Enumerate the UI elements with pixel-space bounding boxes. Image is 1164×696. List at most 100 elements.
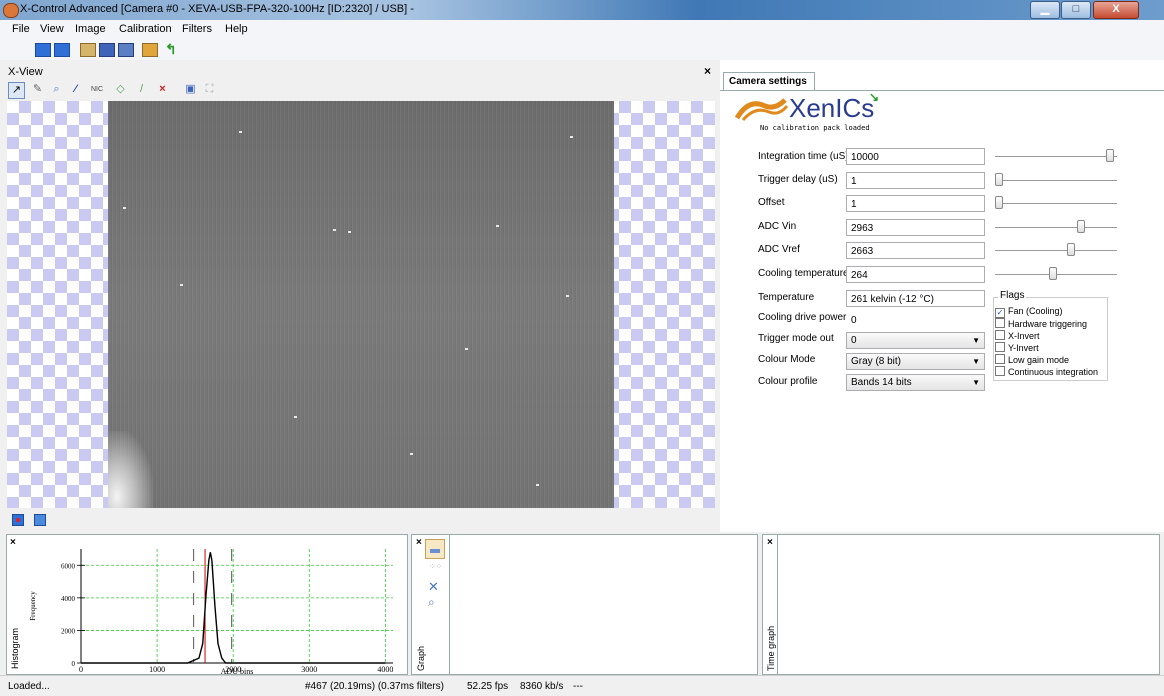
menu-calibration[interactable]: Calibration <box>119 23 172 35</box>
hot-pixel <box>123 207 126 209</box>
flag-fan-cooling[interactable]: ✓ Fan (Cooling) <box>995 306 1063 318</box>
cooling-temperature-slider[interactable] <box>995 267 1117 281</box>
maximize-button[interactable]: □ <box>1061 1 1091 19</box>
delete-icon[interactable]: × <box>155 82 170 97</box>
checkbox[interactable] <box>995 342 1005 352</box>
time-graph-panel-label: Time graph <box>766 625 776 671</box>
colour-profile-select[interactable]: Bands 14 bits ▼ <box>846 374 985 391</box>
histogram-close-button[interactable]: × <box>10 537 16 548</box>
graph-close-button[interactable]: × <box>416 537 422 548</box>
flag-label: Fan (Cooling) <box>1008 306 1063 316</box>
checkbox[interactable] <box>995 354 1005 364</box>
image-viewport[interactable] <box>7 101 715 508</box>
pointer-tool-icon[interactable]: ↗ <box>8 82 25 99</box>
graph-type-button[interactable] <box>425 539 445 559</box>
grid-icon[interactable]: ⁘⁘ <box>429 562 442 571</box>
menu-view[interactable]: View <box>40 23 64 35</box>
flag-low-gain-mode[interactable]: Low gain mode <box>995 354 1069 365</box>
draw-line-icon[interactable]: / <box>134 82 149 97</box>
slider-thumb[interactable] <box>1066 243 1075 256</box>
record-button[interactable] <box>12 514 24 526</box>
y-tick-label: 4000 <box>61 595 76 603</box>
slider-thumb[interactable] <box>1105 149 1114 162</box>
zoom-icon[interactable]: ⌕ <box>428 595 435 610</box>
close-window-button[interactable]: X <box>1093 1 1139 19</box>
polygon-tool-icon[interactable]: ◇ <box>113 82 128 97</box>
slider-thumb[interactable] <box>1048 267 1057 280</box>
flag-y-invert[interactable]: Y-Invert <box>995 342 1039 353</box>
offset-slider[interactable] <box>995 196 1117 210</box>
zoom-tool-icon[interactable]: ⌕ <box>49 82 64 97</box>
flag-x-invert[interactable]: X-Invert <box>995 330 1040 341</box>
nic-tool-icon[interactable]: NIC <box>87 82 107 97</box>
adc-vref-field[interactable]: 2663 <box>846 242 985 259</box>
save-icon[interactable] <box>99 43 115 57</box>
logo-refresh-icon[interactable]: ↘ <box>869 90 879 104</box>
snapshot-button[interactable] <box>34 514 46 526</box>
open-folder-icon[interactable] <box>80 43 96 57</box>
trigger-delay-field[interactable]: 1 <box>846 172 985 189</box>
line-tool-icon[interactable]: ⁄ <box>68 82 83 97</box>
time-graph-divider <box>777 535 778 674</box>
integration-time-label: Integration time (uS) <box>758 151 849 162</box>
save-as-icon[interactable] <box>118 43 134 57</box>
xview-header: X-View × <box>0 60 720 79</box>
checkbox[interactable] <box>995 330 1005 340</box>
pen-tool-icon[interactable]: ✎ <box>30 82 45 97</box>
area-chart-icon <box>430 549 440 553</box>
hot-pixel <box>410 453 413 455</box>
menu-filters[interactable]: Filters <box>182 23 212 35</box>
settings-pack-icon[interactable] <box>142 43 158 57</box>
trigger-delay-slider[interactable] <box>995 173 1117 187</box>
camera-image[interactable] <box>108 101 614 508</box>
xview-close-button[interactable]: × <box>704 64 711 78</box>
integration-time-field[interactable]: 10000 <box>846 148 985 165</box>
adc-vin-field[interactable]: 2963 <box>846 219 985 236</box>
tab-divider <box>720 90 1164 91</box>
cross-icon[interactable]: ✕ <box>428 579 439 595</box>
colour-mode-select[interactable]: Gray (8 bit) ▼ <box>846 353 985 370</box>
graph-pane: × ⁘⁘ ✕ ⌕ Graph <box>411 534 758 675</box>
histogram-chart[interactable]: 0 1000 2000 3000 40000200040006000ADU binsFr… <box>21 539 407 674</box>
tab-camera-settings[interactable]: Camera settings <box>723 72 815 90</box>
slider-track <box>995 156 1117 157</box>
menu-help[interactable]: Help <box>225 23 248 35</box>
y-axis-label: Frequency <box>29 591 37 621</box>
flag-hardware-triggering[interactable]: Hardware triggering <box>995 318 1087 329</box>
y-tick-label: 2000 <box>61 627 76 635</box>
hot-pixel <box>496 225 499 227</box>
checkbox[interactable] <box>995 318 1005 328</box>
adc-vref-slider[interactable] <box>995 243 1117 257</box>
offset-field[interactable]: 1 <box>846 195 985 212</box>
x-axis-label: ADU bins <box>221 667 254 674</box>
integration-time-slider[interactable] <box>995 149 1117 163</box>
chevron-down-icon: ▼ <box>972 336 980 345</box>
slider-thumb[interactable] <box>995 173 1003 186</box>
extra-status: --- <box>573 681 583 692</box>
checkbox[interactable] <box>995 366 1005 376</box>
disconnect-icon[interactable] <box>54 43 70 57</box>
menu-file[interactable]: File <box>12 23 30 35</box>
flag-continuous-integration[interactable]: Continuous integration <box>995 366 1098 377</box>
record-dot-icon <box>16 518 20 522</box>
checkbox[interactable]: ✓ <box>995 308 1005 318</box>
minimize-button[interactable]: ▁ <box>1030 1 1060 19</box>
flag-label: Hardware triggering <box>1008 319 1088 329</box>
flag-label: Continuous integration <box>1008 367 1099 377</box>
fit-view-icon[interactable]: ⛶ <box>202 82 217 97</box>
cooling-temperature-field[interactable]: 264 <box>846 266 985 283</box>
slider-track <box>995 203 1117 204</box>
slider-track <box>995 180 1117 181</box>
connect-icon[interactable] <box>35 43 51 57</box>
slider-thumb[interactable] <box>995 196 1003 209</box>
slider-thumb[interactable] <box>1077 220 1086 233</box>
xenics-logo: XenICs ↘ <box>734 90 879 124</box>
refresh-icon[interactable]: ↰ <box>165 41 179 57</box>
hot-pixel <box>570 136 573 138</box>
time-graph-close-button[interactable]: × <box>767 537 773 548</box>
adc-vin-slider[interactable] <box>995 220 1117 234</box>
trigger-mode-out-select[interactable]: 0 ▼ <box>846 332 985 349</box>
menu-image[interactable]: Image <box>75 23 106 35</box>
save-view-icon[interactable]: ▣ <box>183 82 198 97</box>
cooling-temperature-label: Cooling temperature <box>758 268 849 279</box>
